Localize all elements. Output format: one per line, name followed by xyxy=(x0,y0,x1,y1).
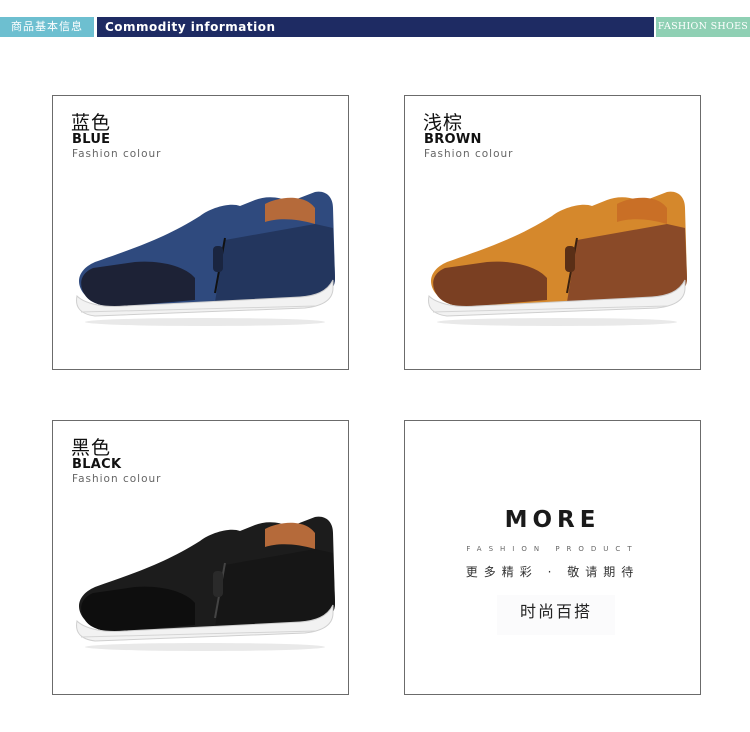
shoe-image-blue xyxy=(76,191,335,326)
color-card-blue: 蓝色 BLUE Fashion colour xyxy=(52,95,349,370)
more-title: MORE xyxy=(504,507,601,533)
color-name-cn: 浅棕 xyxy=(423,112,464,134)
color-name-cn: 蓝色 xyxy=(71,112,112,134)
color-card-brown: 浅棕 BROWN Fashion colour xyxy=(404,95,701,370)
banner-left-label: 商品基本信息 xyxy=(0,17,94,37)
color-name-en: BROWN xyxy=(424,132,482,147)
more-subtitle: FASHION PRODUCT xyxy=(466,545,639,553)
shoe-image-black xyxy=(76,516,335,651)
fashion-colour-label: Fashion colour xyxy=(424,148,514,160)
color-name-en: BLACK xyxy=(72,457,122,472)
color-name-en: BLUE xyxy=(72,132,111,147)
fashion-match-button[interactable]: 时尚百搭 xyxy=(497,595,615,635)
fashion-colour-label: Fashion colour xyxy=(72,148,162,160)
more-card: MORE FASHION PRODUCT 更多精彩 · 敬请期待 时尚百搭 xyxy=(404,420,701,695)
more-tagline: 更多精彩 · 敬请期待 xyxy=(465,565,640,579)
color-card-black: 黑色 BLACK Fashion colour xyxy=(52,420,349,695)
top-banner: 商品基本信息 Commodity information FASHION SHO… xyxy=(0,17,750,37)
shoe-image-brown xyxy=(428,191,687,326)
banner-right-label: FASHION SHOES xyxy=(656,17,750,37)
color-name-cn: 黑色 xyxy=(71,437,112,459)
banner-title: Commodity information xyxy=(97,17,654,37)
fashion-colour-label: Fashion colour xyxy=(72,473,162,485)
